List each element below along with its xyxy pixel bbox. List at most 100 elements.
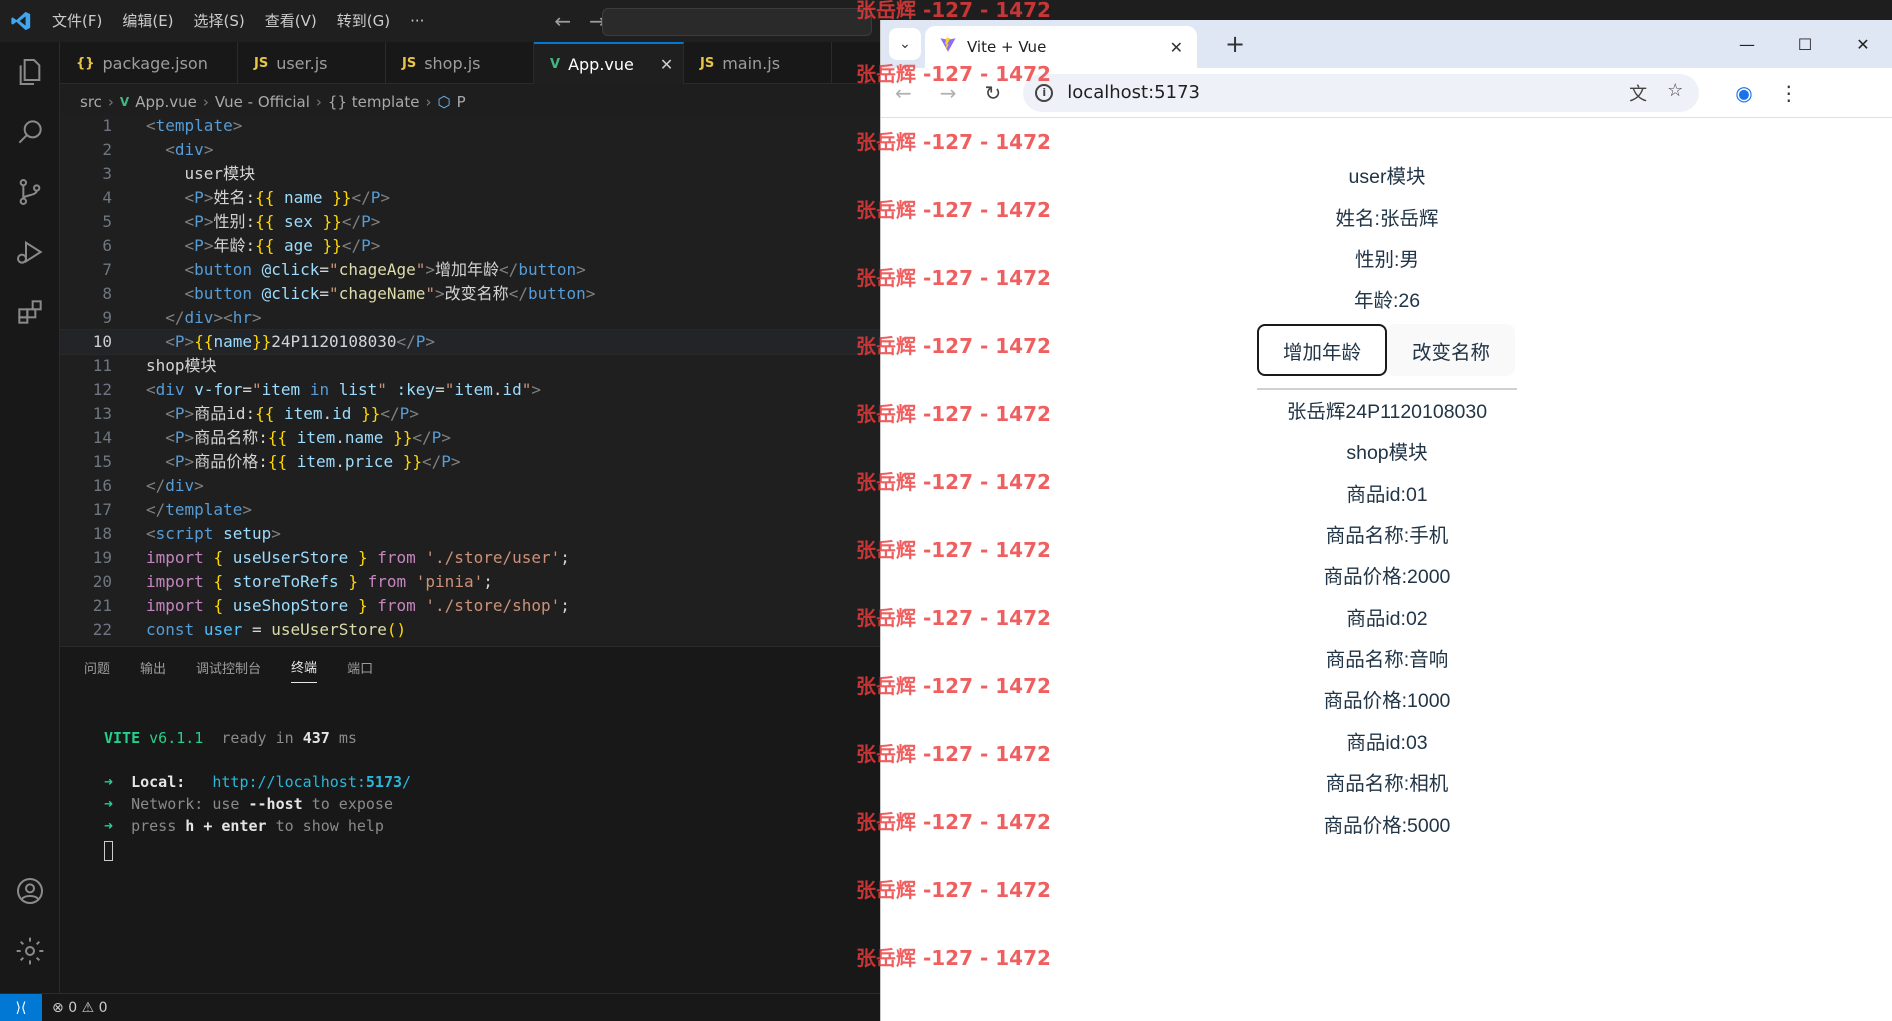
code-line: 19 import { useUserStore } from './store/…	[92, 548, 570, 567]
back-icon[interactable]: ←	[895, 81, 912, 105]
tab-shop-js[interactable]: JS shop.js	[386, 42, 534, 84]
source-control-icon[interactable]	[0, 162, 60, 222]
panel-tab-ports[interactable]: 端口	[347, 652, 373, 683]
breadcrumb-p[interactable]: P	[457, 93, 466, 111]
tab-main-js[interactable]: JS main.js	[684, 42, 832, 84]
breadcrumb-template[interactable]: {} template	[328, 93, 420, 111]
shop-module-heading: shop模块	[1346, 442, 1428, 464]
user-name: 姓名:张岳辉	[1335, 208, 1439, 230]
problems-count[interactable]: ⊗ 0 ⚠ 0	[52, 1000, 108, 1016]
item-name: 商品名称:音响	[1325, 649, 1449, 671]
increase-age-button[interactable]: 增加年龄	[1257, 324, 1388, 376]
chevron-right-icon: ›	[315, 93, 322, 111]
code-line-current: 10 <P>{{name}}24P1120108030</P>	[60, 329, 880, 355]
bookmark-star-icon[interactable]: ☆	[1667, 80, 1683, 106]
panel-tab-debug-console[interactable]: 调试控制台	[196, 652, 261, 683]
item-name: 商品名称:手机	[1325, 525, 1449, 547]
breadcrumb: src › V App.vue › Vue - Official › {} te…	[60, 88, 880, 116]
menu-selection[interactable]: 选择(S)	[184, 0, 255, 42]
editor-tabs: {} package.json JS user.js JS shop.js V …	[60, 42, 880, 84]
name-id-text: 张岳辉24P1120108030	[1286, 401, 1488, 423]
address-bar[interactable]: i localhost:5173 文 ☆	[1023, 73, 1700, 112]
search-icon[interactable]	[0, 102, 60, 162]
menu-file[interactable]: 文件(F)	[42, 0, 112, 42]
user-sex: 性别:男	[1355, 249, 1419, 271]
item-id: 商品id:02	[1346, 608, 1428, 630]
chevron-right-icon: ›	[107, 93, 114, 111]
account-icon[interactable]	[0, 861, 60, 921]
terminal-cursor	[104, 837, 411, 861]
code-line: 13 <P>商品id:{{ item.id }}</P>	[92, 404, 419, 423]
element-icon: ⬡	[437, 93, 451, 111]
explorer-icon[interactable]	[0, 42, 60, 102]
run-debug-icon[interactable]	[0, 222, 60, 282]
item-price: 商品价格:2000	[1323, 566, 1451, 588]
new-tab-icon[interactable]: +	[1225, 30, 1245, 58]
tab-app-vue[interactable]: V App.vue ✕	[534, 42, 684, 84]
close-tab-icon[interactable]: ✕	[1170, 38, 1183, 57]
breadcrumb-file[interactable]: App.vue	[135, 93, 197, 111]
tab-label: main.js	[722, 53, 781, 73]
code-line: 2 <div>	[102, 140, 214, 159]
tab-label: shop.js	[424, 53, 481, 73]
vue-file-icon: V	[550, 56, 561, 72]
remote-icon[interactable]: ⟩⟨	[0, 993, 42, 1021]
more-menu-icon[interactable]: ⋮	[1779, 81, 1799, 105]
tab-label: App.vue	[568, 54, 634, 74]
breadcrumb-vue[interactable]: Vue - Official	[215, 93, 310, 111]
panel-tab-problems[interactable]: 问题	[84, 652, 110, 683]
panel-tab-terminal[interactable]: 终端	[291, 651, 318, 683]
code-line: 7 <button @click="chageAge">增加年龄</button…	[102, 260, 586, 279]
code-line: 6 <P>年龄:{{ age }}</P>	[102, 236, 381, 255]
status-bar: ⟩⟨ ⊗ 0 ⚠ 0	[0, 993, 880, 1021]
vue-file-icon: V	[119, 95, 130, 109]
reload-icon[interactable]: ↻	[985, 81, 1002, 105]
profile-icon[interactable]: ◉	[1735, 81, 1752, 105]
code-line: 11 shop模块	[92, 356, 217, 375]
code-editor[interactable]: 1 <template> 2 <div> 3 user模块 4 <P>姓名:{{ …	[60, 114, 880, 644]
code-line: 21 import { useShopStore } from './store/…	[92, 596, 570, 615]
command-center[interactable]	[602, 8, 872, 36]
activity-bar	[0, 42, 60, 993]
breadcrumb-src[interactable]: src	[80, 93, 102, 111]
vscode-logo-icon	[0, 0, 42, 42]
code-line: 1 <template>	[102, 116, 243, 135]
menu-more[interactable]: ···	[400, 0, 434, 42]
close-icon[interactable]: ✕	[660, 55, 673, 74]
menu-view[interactable]: 查看(V)	[255, 0, 327, 42]
page-content: user模块 姓名:张岳辉 性别:男 年龄:26 增加年龄 改变名称 张岳辉24…	[881, 120, 1892, 1021]
minimize-icon[interactable]: —	[1718, 20, 1776, 68]
close-window-icon[interactable]: ✕	[1834, 20, 1892, 68]
warning-icon: ⚠	[81, 999, 95, 1016]
tab-package-json[interactable]: {} package.json	[60, 42, 238, 84]
vite-logo-icon	[939, 36, 957, 58]
settings-gear-icon[interactable]	[0, 921, 60, 981]
code-line: 22 const user = useUserStore()	[92, 620, 407, 639]
chevron-right-icon: ›	[202, 93, 209, 111]
user-module-heading: user模块	[1348, 166, 1426, 188]
terminal-line: ➜ press h + enter to show help	[104, 817, 384, 835]
terminal-line: ➜ Local: http://localhost:5173/	[104, 773, 412, 791]
code-line: 14 <P>商品名称:{{ item.name }}</P>	[92, 428, 451, 447]
change-name-button[interactable]: 改变名称	[1387, 324, 1516, 376]
extensions-icon[interactable]	[0, 282, 60, 342]
menu-goto[interactable]: 转到(G)	[327, 0, 400, 42]
code-line: 5 <P>性别:{{ sex }}</P>	[102, 212, 381, 231]
tab-user-js[interactable]: JS user.js	[238, 42, 386, 84]
site-info-icon[interactable]: i	[1035, 83, 1054, 102]
error-icon: ⊗	[52, 999, 64, 1016]
item-price: 商品价格:1000	[1323, 690, 1451, 712]
maximize-icon[interactable]: ☐	[1776, 20, 1834, 68]
panel-tab-output[interactable]: 输出	[140, 652, 166, 683]
translate-icon[interactable]: 文	[1629, 80, 1647, 106]
tab-search-chevron-icon[interactable]: ⌄	[889, 28, 921, 60]
browser-window: ⌄ Vite + Vue ✕ + — ☐ ✕ ← → ↻ i localhost…	[880, 20, 1892, 1021]
nav-back-icon[interactable]: ←	[554, 9, 571, 33]
tab-title: Vite + Vue	[967, 38, 1047, 56]
browser-tab[interactable]: Vite + Vue ✕	[925, 26, 1197, 68]
forward-icon[interactable]: →	[940, 81, 957, 105]
menu-edit[interactable]: 编辑(E)	[112, 0, 183, 42]
terminal[interactable]: VITE v6.1.1 ready in 437 ms ➜ Local: htt…	[104, 727, 412, 861]
vscode-title-bar: 文件(F) 编辑(E) 选择(S) 查看(V) 转到(G) ··· ← →	[0, 0, 880, 42]
tab-label: package.json	[102, 53, 208, 73]
